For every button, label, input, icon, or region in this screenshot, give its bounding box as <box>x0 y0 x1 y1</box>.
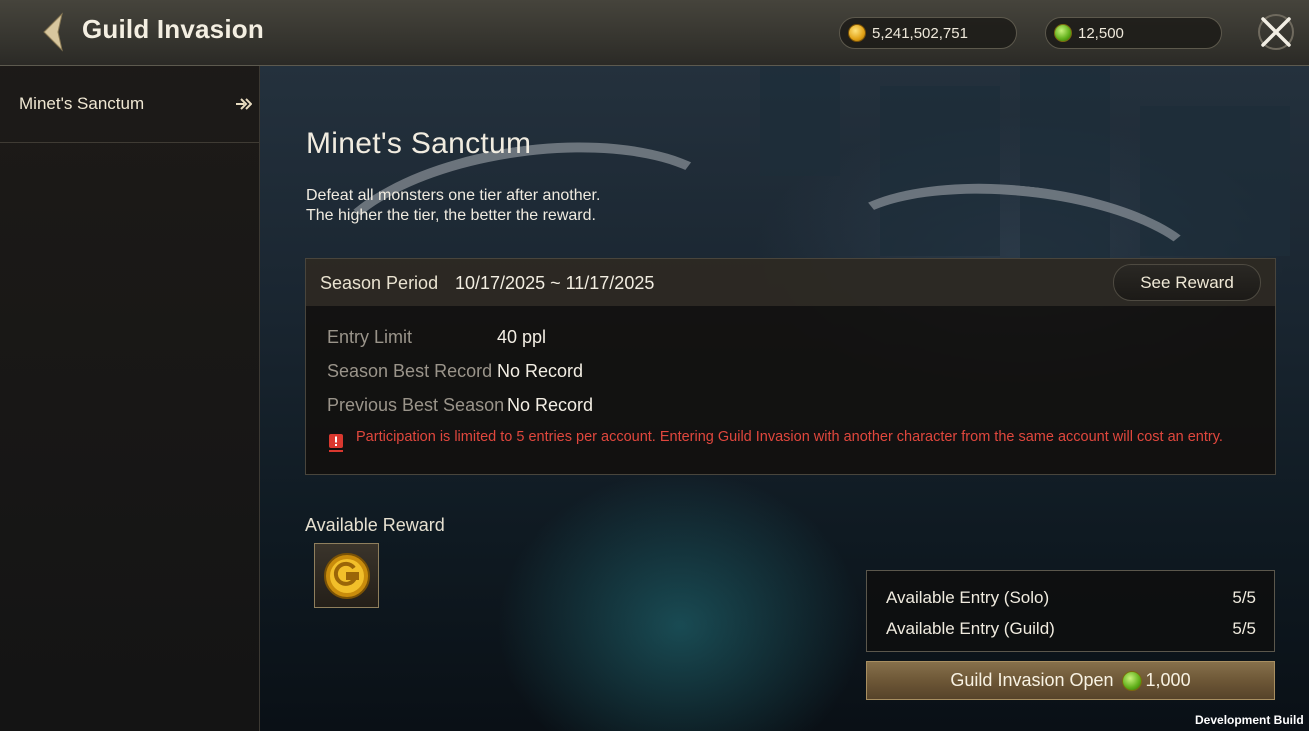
season-info-panel: Season Period 10/17/2025 ~ 11/17/2025 Se… <box>305 258 1276 475</box>
previous-best-season-label: Previous Best Season <box>327 395 505 415</box>
available-entries-panel: Available Entry (Solo) 5/5 Available Ent… <box>866 570 1275 652</box>
gold-coin-icon <box>848 24 866 42</box>
warning-text: Participation is limited to 5 entries pe… <box>356 429 1223 445</box>
gold-currency-display: 5,241,502,751 <box>839 17 1017 49</box>
sidebar-item-minets-sanctum[interactable]: Minet's Sanctum <box>0 66 259 143</box>
solo-entry-value: 5/5 <box>1232 588 1256 607</box>
green-gem-icon <box>1054 24 1072 42</box>
previous-best-season-row: Previous Best Season No Record <box>327 395 593 416</box>
close-button[interactable] <box>1256 12 1296 52</box>
back-button[interactable] <box>36 12 70 52</box>
entry-warning: Participation is limited to 5 entries pe… <box>328 429 1248 452</box>
available-reward-label: Available Reward <box>305 515 445 535</box>
season-period-label: Season Period <box>320 273 439 293</box>
solo-entry-row: Available Entry (Solo) 5/5 <box>886 588 1256 608</box>
close-icon <box>1258 14 1294 50</box>
top-bar: Guild Invasion 5,241,502,751 12,500 <box>0 0 1309 66</box>
guild-entry-value: 5/5 <box>1232 619 1256 638</box>
gold-amount: 5,241,502,751 <box>872 24 968 42</box>
gem-currency-display: 12,500 <box>1045 17 1222 49</box>
reward-item-gold[interactable] <box>314 543 379 608</box>
gem-amount: 12,500 <box>1078 24 1124 42</box>
previous-best-season-value: No Record <box>507 395 594 415</box>
entry-limit-row: Entry Limit 40 ppl <box>327 327 546 348</box>
development-build-label: Development Build <box>1195 713 1304 727</box>
guild-entry-row: Available Entry (Guild) 5/5 <box>886 619 1256 639</box>
see-reward-button[interactable]: See Reward <box>1113 264 1261 301</box>
sidebar-item-label: Minet's Sanctum <box>19 94 145 113</box>
season-best-record-value: No Record <box>497 361 584 381</box>
open-button-label: Guild Invasion Open <box>950 670 1114 690</box>
season-period-value: 10/17/2025 ~ 11/17/2025 <box>455 273 655 293</box>
season-best-record-row: Season Best Record No Record <box>327 361 583 382</box>
warning-icon <box>329 434 343 452</box>
stage-title: Minet's Sanctum <box>306 127 532 160</box>
guild-entry-label: Available Entry (Guild) <box>886 619 1055 638</box>
chevron-left-icon <box>43 12 63 52</box>
season-period-bar: Season Period 10/17/2025 ~ 11/17/2025 Se… <box>306 259 1275 306</box>
season-best-record-label: Season Best Record <box>327 361 493 381</box>
stage-description: Defeat all monsters one tier after anoth… <box>306 186 600 226</box>
arrow-right-icon <box>236 98 252 110</box>
description-line: Defeat all monsters one tier after anoth… <box>306 187 601 204</box>
sidebar: Minet's Sanctum <box>0 66 260 731</box>
solo-entry-label: Available Entry (Solo) <box>886 588 1050 607</box>
description-line: The higher the tier, the better the rewa… <box>306 207 596 224</box>
page-title: Guild Invasion <box>82 14 264 44</box>
guild-invasion-open-button[interactable]: Guild Invasion Open 1,000 <box>866 661 1275 700</box>
gold-coin-icon <box>323 552 370 599</box>
entry-limit-value: 40 ppl <box>497 327 547 347</box>
open-button-cost: 1,000 <box>1145 670 1191 690</box>
entry-limit-label: Entry Limit <box>327 327 413 347</box>
green-gem-icon <box>1121 670 1142 691</box>
